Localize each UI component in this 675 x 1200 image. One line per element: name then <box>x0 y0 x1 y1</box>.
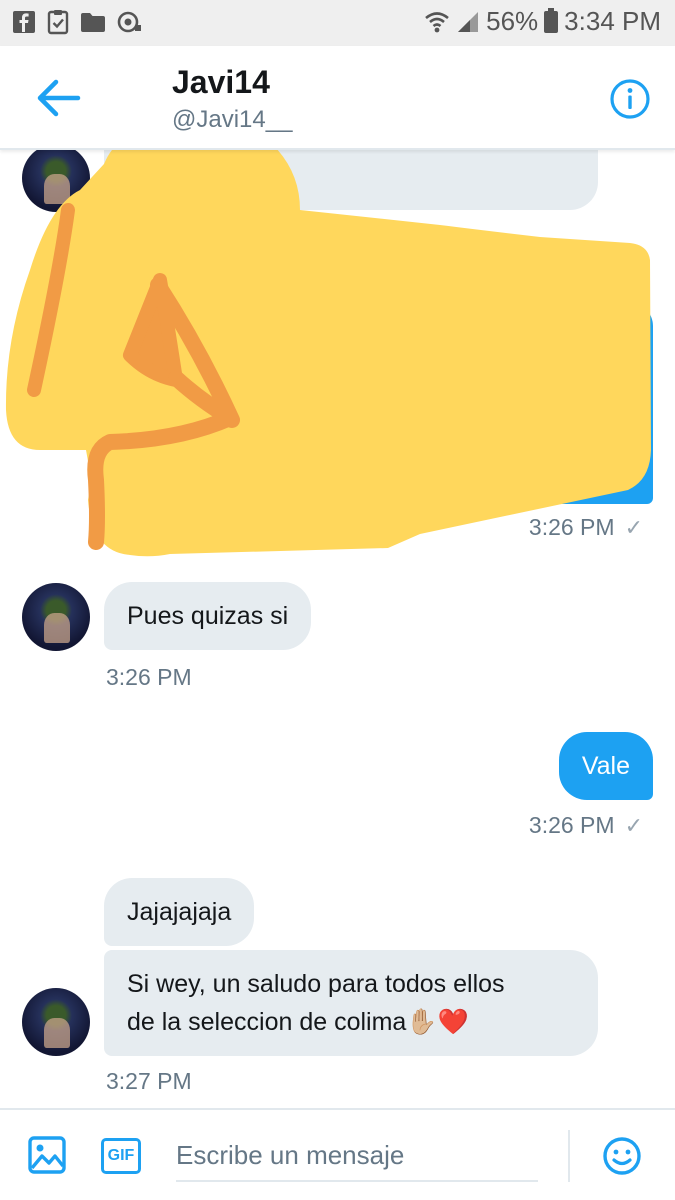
wifi-icon <box>425 11 449 32</box>
message-input[interactable] <box>176 1130 538 1182</box>
contact-handle: @Javi14__ <box>172 106 293 133</box>
info-icon[interactable] <box>609 78 651 120</box>
avatar[interactable] <box>22 583 90 651</box>
message-text-line: de la seleccion de colima✋🏼❤️ <box>127 1008 469 1036</box>
emoji: ✋🏼❤️ <box>406 1008 469 1036</box>
status-right: 56% 3:34 PM <box>424 6 661 37</box>
conversation-header: Javi14 @Javi14__ <box>0 46 675 150</box>
message-bubble-received[interactable]: Jajajajaja <box>104 878 255 946</box>
message-bubble-received[interactable]: Pues quizas si <box>104 582 312 650</box>
signal-icon <box>458 11 479 32</box>
facebook-icon <box>13 11 35 33</box>
message-bubble-received[interactable]: Si wey, un saludo para todos ellos de la… <box>104 950 598 1056</box>
avatar[interactable] <box>22 988 90 1056</box>
read-check-icon: ✓ <box>624 813 643 838</box>
gif-button[interactable]: GIF <box>101 1138 141 1174</box>
timestamp: 3:26 PM ✓ <box>528 514 643 540</box>
contact-name[interactable]: Javi14 <box>172 64 270 101</box>
timestamp: 3:26 PM <box>106 664 192 690</box>
fist-emoji-icon <box>5 150 651 557</box>
message-text: Pues quizas si <box>127 602 289 630</box>
arrow-left-icon[interactable] <box>34 76 82 120</box>
timestamp: 3:27 PM <box>106 1068 192 1094</box>
message-text: Jajajajaja <box>127 898 232 926</box>
status-left-icons <box>12 9 142 35</box>
message-composer: GIF <box>0 1108 675 1200</box>
sync-icon <box>117 11 141 33</box>
composer-divider <box>568 1130 570 1182</box>
clock: 3:34 PM <box>564 6 661 36</box>
clipboard-check-icon <box>47 10 69 35</box>
message-bubble-sent[interactable]: Vale <box>558 732 653 800</box>
battery-icon <box>544 7 559 33</box>
message-list[interactable]: 3:26 PM ✓ Pues quizas si 3:26 PM Vale 3:2… <box>0 150 675 1108</box>
battery-percent: 56% <box>486 6 539 36</box>
smiley-icon[interactable] <box>602 1136 642 1176</box>
timestamp: 3:26 PM ✓ <box>528 812 643 838</box>
message-text: Vale <box>581 752 630 780</box>
status-bar: 56% 3:34 PM <box>0 0 675 46</box>
message-text-line: Si wey, un saludo para todos ellos <box>127 970 505 998</box>
read-check-icon: ✓ <box>624 515 643 540</box>
image-icon[interactable] <box>28 1136 66 1174</box>
folder-icon <box>81 13 105 32</box>
